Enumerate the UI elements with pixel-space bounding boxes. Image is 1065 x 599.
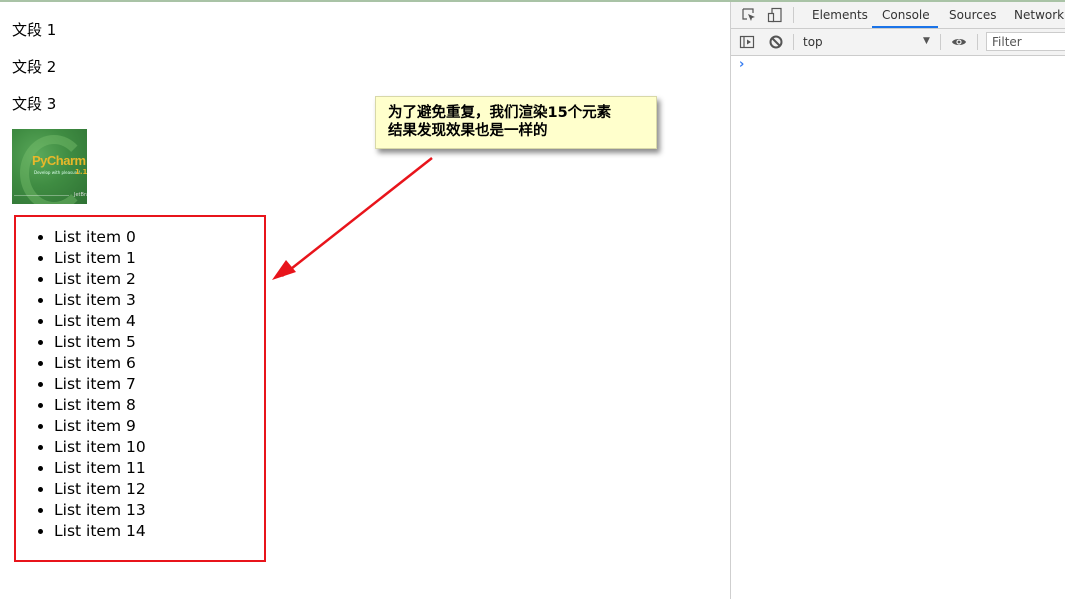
dropdown-arrow-icon[interactable]: ▼: [923, 36, 930, 46]
logo-version: 1.1: [75, 168, 87, 176]
list-item: List item 4: [54, 311, 146, 332]
list-item: List item 11: [54, 458, 146, 479]
logo-footer-line: [14, 195, 69, 196]
list-item: List item 5: [54, 332, 146, 353]
callout-line-1: 为了避免重复，我们渲染15个元素: [388, 105, 612, 121]
active-tab-indicator: [872, 26, 938, 28]
list-item: List item 7: [54, 374, 146, 395]
device-toolbar-icon[interactable]: [767, 7, 783, 23]
arrow-shaft: [281, 157, 433, 277]
arrow-head: [272, 260, 296, 280]
console-toolbar: top ▼ Filter: [731, 29, 1065, 56]
list-item: List item 9: [54, 416, 146, 437]
toolbar-separator: [940, 34, 941, 50]
tab-elements[interactable]: Elements: [812, 8, 868, 22]
pycharm-logo-image: PyCharm Develop with pleasure! 1.1 JetBr…: [12, 129, 87, 204]
live-expression-eye-icon[interactable]: [951, 34, 967, 50]
logo-vendor: JetBrains: [74, 192, 87, 198]
list-item: List item 2: [54, 269, 146, 290]
highlighted-list-box: List item 0 List item 1 List item 2 List…: [14, 215, 266, 562]
devtools-tab-bar: Elements Console Sources Network: [731, 2, 1065, 29]
logo-brand: PyCharm: [32, 153, 86, 168]
paragraph-2: 文段 2: [12, 58, 57, 76]
list-item: List item 13: [54, 500, 146, 521]
list-item: List item 8: [54, 395, 146, 416]
toolbar-separator: [793, 7, 794, 23]
show-sidebar-icon[interactable]: [739, 34, 755, 50]
list-item: List item 1: [54, 248, 146, 269]
logo-tagline: Develop with pleasure!: [34, 170, 81, 175]
inspect-element-icon[interactable]: [741, 7, 757, 23]
list-item: List item 10: [54, 437, 146, 458]
list-item: List item 6: [54, 353, 146, 374]
tab-console[interactable]: Console: [882, 8, 930, 22]
tab-sources[interactable]: Sources: [949, 8, 996, 22]
console-prompt-icon[interactable]: ›: [739, 57, 744, 72]
list-item: List item 12: [54, 479, 146, 500]
tab-network[interactable]: Network: [1014, 8, 1064, 22]
toolbar-separator: [977, 34, 978, 50]
item-list: List item 0 List item 1 List item 2 List…: [52, 227, 146, 542]
context-selector[interactable]: top: [803, 35, 823, 49]
annotation-arrow: [272, 157, 433, 280]
list-item: List item 0: [54, 227, 146, 248]
list-item: List item 3: [54, 290, 146, 311]
clear-console-icon[interactable]: [768, 34, 784, 50]
toolbar-separator: [793, 34, 794, 50]
callout-line-2: 结果发现效果也是一样的: [388, 123, 548, 139]
console-filter-input[interactable]: Filter: [986, 32, 1065, 51]
devtools-panel: Elements Console Sources Network top ▼ F…: [730, 2, 1065, 599]
paragraph-3: 文段 3: [12, 95, 57, 113]
page-viewport: 文段 1 文段 2 文段 3 PyCharm Develop with plea…: [0, 2, 730, 599]
annotation-callout: 为了避免重复，我们渲染15个元素 结果发现效果也是一样的: [375, 96, 657, 149]
list-item: List item 14: [54, 521, 146, 542]
paragraph-1: 文段 1: [12, 21, 57, 39]
